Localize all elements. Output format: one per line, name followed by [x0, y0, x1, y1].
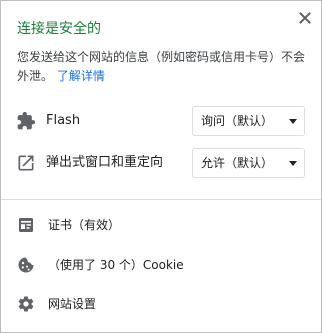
puzzle-icon [16, 111, 36, 131]
popups-permission-value: 允许（默认） [201, 156, 274, 170]
connection-secure-title: 连接是安全的 [17, 21, 101, 37]
permission-row-flash: Flash 询问（默认） [1, 106, 321, 136]
permission-label-popups: 弹出式窗口和重定向 [46, 155, 164, 170]
close-icon [294, 7, 316, 29]
cookies-link[interactable]: （使用了 30 个）Cookie [1, 247, 321, 283]
section-divider [1, 199, 321, 200]
page-info-bubble: 连接是安全的 您发送给这个网站的信息（例如密码或信用卡号）不会外泄。 了解详情 … [0, 0, 322, 333]
flash-permission-value: 询问（默认） [201, 114, 274, 128]
popups-permission-select[interactable]: 允许（默认） [192, 148, 305, 178]
certificate-icon [17, 216, 35, 234]
close-button[interactable] [294, 7, 316, 29]
cookies-label: （使用了 30 个）Cookie [48, 258, 184, 272]
certificate-label: 证书（有效） [48, 218, 121, 232]
chevron-down-icon [289, 161, 297, 166]
learn-more-link[interactable]: 了解详情 [57, 69, 105, 83]
open-in-new-icon [16, 153, 36, 173]
security-description: 您发送给这个网站的信息（例如密码或信用卡号）不会外泄。 了解详情 [17, 48, 309, 86]
permission-row-popups: 弹出式窗口和重定向 允许（默认） [1, 148, 321, 178]
certificate-link[interactable]: 证书（有效） [1, 207, 321, 243]
permission-label-flash: Flash [46, 113, 81, 128]
flash-permission-select[interactable]: 询问（默认） [192, 106, 305, 136]
gear-icon [17, 295, 35, 313]
site-settings-link[interactable]: 网站设置 [1, 286, 321, 322]
cookie-icon [17, 256, 35, 274]
chevron-down-icon [289, 119, 297, 124]
site-settings-label: 网站设置 [48, 297, 97, 311]
